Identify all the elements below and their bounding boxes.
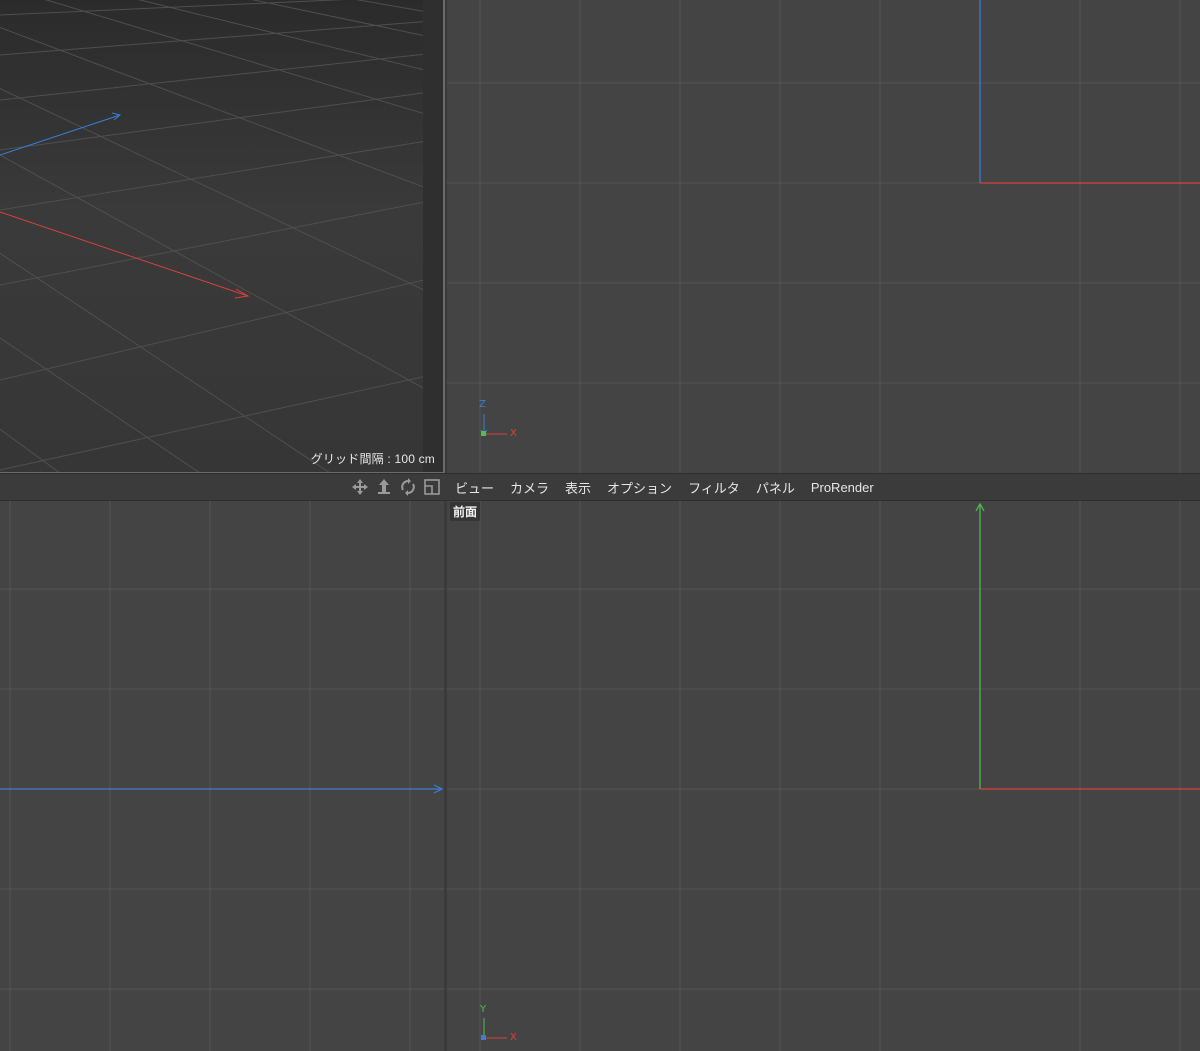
front-gizmo-y-label: Y (480, 1004, 487, 1015)
front-view-title: 前面 (450, 502, 481, 521)
viewport-side-strip (423, 0, 443, 472)
top-gizmo-z-label: Z (479, 399, 486, 410)
front-viewport[interactable]: Y X (447, 501, 1200, 1051)
toggle-view-icon[interactable] (422, 477, 442, 497)
perspective-grid (0, 0, 443, 472)
cinema4d-quad-viewports: グリッド間隔 : 100 cm Z X ビュー カメラ 表示 オプション フィル… (0, 0, 1200, 1051)
top-axis-gizmo (480, 414, 507, 436)
menu-view[interactable]: ビュー (447, 478, 502, 497)
top-viewport[interactable]: Z X (447, 0, 1200, 473)
front-grid (447, 501, 1200, 1051)
menu-options[interactable]: オプション (599, 478, 680, 497)
front-axis-gizmo (481, 1018, 507, 1040)
menu-panel[interactable]: パネル (748, 478, 803, 497)
perspective-viewport[interactable]: グリッド間隔 : 100 cm (0, 0, 445, 473)
menu-display[interactable]: 表示 (557, 478, 599, 497)
view-navigation-icons (350, 477, 442, 497)
rotate-view-icon[interactable] (398, 477, 418, 497)
front-gizmo-x-label: X (510, 1032, 517, 1043)
menu-filter[interactable]: フィルタ (680, 478, 748, 497)
right-viewport[interactable] (0, 501, 444, 1051)
viewport-menubar: ビュー カメラ 表示 オプション フィルタ パネル ProRender (0, 473, 1200, 501)
top-grid (447, 0, 1200, 473)
top-gizmo-x-label: X (510, 428, 517, 439)
right-grid (0, 501, 444, 1051)
menu-camera[interactable]: カメラ (502, 478, 557, 497)
viewport-menu: ビュー カメラ 表示 オプション フィルタ パネル ProRender (447, 474, 882, 501)
move-view-icon[interactable] (350, 477, 370, 497)
dolly-view-icon[interactable] (374, 477, 394, 497)
grid-spacing-label: グリッド間隔 : 100 cm (310, 452, 435, 466)
menu-prorender[interactable]: ProRender (803, 480, 882, 495)
